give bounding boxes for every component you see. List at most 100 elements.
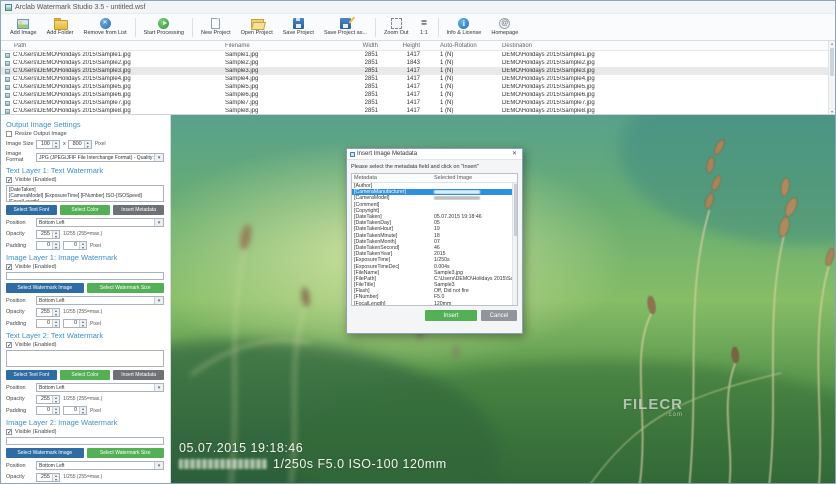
column-header-path[interactable]: Path bbox=[5, 43, 225, 49]
insert-button[interactable]: Insert bbox=[425, 310, 477, 321]
column-header-auto-rotation[interactable]: Auto-Rotation bbox=[430, 43, 502, 49]
toolbar-button-open-project[interactable]: Open Project bbox=[236, 15, 278, 40]
visible-checkbox[interactable] bbox=[6, 429, 12, 436]
watermark-image-input[interactable] bbox=[6, 437, 164, 445]
column-header-selected-image[interactable]: Selected Image bbox=[432, 175, 517, 181]
column-header-filename[interactable]: Filename bbox=[225, 43, 340, 49]
position-select[interactable]: Bottom Left bbox=[36, 383, 164, 392]
cancel-button[interactable]: Cancel bbox=[481, 310, 517, 321]
select-text-font-button[interactable]: Select Text Font bbox=[6, 370, 57, 380]
select-color-button[interactable]: Select Color bbox=[59, 370, 111, 380]
close-icon[interactable] bbox=[510, 150, 519, 159]
opacity-spinner[interactable]: 255 bbox=[36, 229, 60, 239]
toolbar-button-new-project[interactable]: New Project bbox=[196, 15, 236, 40]
metadata-row[interactable]: [DateTakenSecond] 46 bbox=[352, 245, 517, 251]
image-width-spinner[interactable]: 100 bbox=[36, 139, 60, 149]
metadata-row[interactable]: [DateTakenMinute] 18 bbox=[352, 233, 517, 239]
spinner-arrows[interactable] bbox=[52, 230, 59, 239]
metadata-value: Sample3.jpg bbox=[434, 269, 463, 276]
position-select[interactable]: Bottom Left bbox=[36, 296, 164, 305]
padding-y-spinner[interactable]: 0 bbox=[63, 241, 87, 250]
spinner-arrows[interactable] bbox=[52, 319, 59, 328]
toolbar-button-start-processing[interactable]: Start Processing bbox=[139, 15, 189, 40]
spinner-arrows[interactable] bbox=[52, 308, 59, 317]
padding-x-spinner[interactable]: 0 bbox=[36, 319, 60, 328]
select-watermark-size-button[interactable]: Select Watermark Size bbox=[86, 283, 164, 293]
file-row[interactable]: C:\Users\DEMO\Holidays 2015\Sample2.jpg S… bbox=[1, 59, 835, 67]
metadata-row[interactable]: [FNumber] F5.0 bbox=[352, 294, 517, 300]
toolbar-button-add-image[interactable]: Add Image bbox=[5, 15, 42, 40]
toolbar-button-info-license[interactable]: Info & License bbox=[442, 15, 487, 40]
spinner-arrows[interactable] bbox=[52, 241, 59, 250]
opacity-spinner[interactable]: 255 bbox=[36, 307, 60, 317]
padding-x-spinner[interactable]: 0 bbox=[36, 406, 60, 415]
metadata-row[interactable]: [ExposureTime] 1/250s bbox=[352, 257, 517, 263]
file-row[interactable]: C:\Users\DEMO\Holidays 2015\Sample5.jpg S… bbox=[1, 83, 835, 91]
resize-output-checkbox[interactable] bbox=[6, 131, 12, 137]
metadata-row[interactable]: [FilePath] C:\Users\DEMO\Holidays 2015\Sa… bbox=[352, 276, 517, 282]
select-watermark-image-button[interactable]: Select Watermark Image bbox=[6, 448, 84, 458]
spinner-arrows[interactable] bbox=[79, 319, 86, 328]
metadata-row[interactable]: [Flash] Off, Did not fire bbox=[352, 288, 517, 294]
opacity-spinner[interactable]: 255 bbox=[36, 394, 60, 404]
metadata-row[interactable]: [DateTakenMonth] 07 bbox=[352, 239, 517, 245]
metadata-row[interactable]: [DateTaken] 05.07.2015 19:18:46 bbox=[352, 214, 517, 220]
toolbar-button-add-folder[interactable]: Add Folder bbox=[42, 15, 79, 40]
spinner-arrows[interactable] bbox=[83, 140, 91, 149]
column-header-destination[interactable]: Destination bbox=[502, 43, 835, 49]
watermark-image-input[interactable] bbox=[6, 272, 164, 280]
column-header-metadata[interactable]: Metadata bbox=[352, 175, 432, 181]
watermark-text-input[interactable] bbox=[6, 350, 164, 367]
toolbar-button-save-project-as[interactable]: Save Project as... bbox=[319, 15, 372, 40]
toolbar-button-save-project[interactable]: Save Project bbox=[278, 15, 319, 40]
file-row[interactable]: C:\Users\DEMO\Holidays 2015\Sample1.jpg S… bbox=[1, 51, 835, 59]
visible-checkbox[interactable] bbox=[6, 264, 12, 271]
spinner-arrows[interactable] bbox=[52, 473, 59, 482]
spinner-arrows[interactable] bbox=[79, 406, 86, 415]
image-format-select[interactable]: JPG (JPEG/JFIF File Interchange Format) … bbox=[36, 152, 164, 162]
metadata-row[interactable]: [DateTakenHour] 19 bbox=[352, 226, 517, 232]
select-color-button[interactable]: Select Color bbox=[59, 205, 111, 215]
toolbar-button-one-to-one[interactable]: 1:1 bbox=[414, 15, 435, 40]
column-header-width[interactable]: Width bbox=[340, 43, 386, 49]
spinner-arrows[interactable] bbox=[52, 140, 59, 149]
column-header-height[interactable]: Height bbox=[386, 43, 430, 49]
file-row[interactable]: C:\Users\DEMO\Holidays 2015\Sample4.jpg S… bbox=[1, 75, 835, 83]
visible-checkbox[interactable] bbox=[6, 177, 12, 184]
file-row[interactable]: C:\Users\DEMO\Holidays 2015\Sample3.jpg S… bbox=[1, 67, 835, 75]
toolbar-button-remove-from-list[interactable]: Remove from List bbox=[79, 15, 132, 40]
dialog-scrollbar[interactable] bbox=[512, 183, 517, 305]
scrollbar-thumb[interactable] bbox=[513, 184, 517, 236]
insert-metadata-button[interactable]: Insert Metadata bbox=[113, 370, 165, 380]
image-size-row: Image Size 100 x 800 Pixel bbox=[6, 139, 164, 149]
metadata-row[interactable]: [DateTakenYear] 2015 bbox=[352, 251, 517, 257]
file-row[interactable]: C:\Users\DEMO\Holidays 2015\Sample6.jpg S… bbox=[1, 91, 835, 99]
insert-metadata-button[interactable]: Insert Metadata bbox=[113, 205, 165, 215]
select-watermark-size-button[interactable]: Select Watermark Size bbox=[86, 448, 164, 458]
visible-checkbox[interactable] bbox=[6, 342, 12, 349]
metadata-row[interactable]: [FocalLength] 120mm bbox=[352, 301, 517, 305]
position-select[interactable]: Bottom Left bbox=[36, 218, 164, 227]
file-row[interactable]: C:\Users\DEMO\Holidays 2015\Sample8.jpg S… bbox=[1, 107, 835, 114]
spinner-arrows[interactable] bbox=[52, 406, 59, 415]
toolbar-button-zoom-out[interactable]: Zoom Out bbox=[379, 15, 413, 40]
watermark-text-input[interactable]: [DateTaken] [CameraModel] [ExposureTime]… bbox=[6, 185, 164, 202]
select-watermark-image-button[interactable]: Select Watermark Image bbox=[6, 283, 84, 293]
scrollbar-thumb[interactable] bbox=[830, 48, 834, 76]
toolbar-button-homepage[interactable]: Homepage bbox=[486, 15, 523, 40]
spinner-arrows[interactable] bbox=[79, 241, 86, 250]
metadata-row[interactable]: [DateTakenDay] 05 bbox=[352, 220, 517, 226]
file-row[interactable]: C:\Users\DEMO\Holidays 2015\Sample7.jpg S… bbox=[1, 99, 835, 107]
metadata-row[interactable]: [FileName] Sample3.jpg bbox=[352, 270, 517, 276]
spinner-arrows[interactable] bbox=[52, 395, 59, 404]
image-height-spinner[interactable]: 800 bbox=[67, 139, 92, 149]
file-list-scrollbar[interactable] bbox=[828, 41, 835, 114]
metadata-row[interactable]: [FileTitle] Sample3 bbox=[352, 282, 517, 288]
metadata-row[interactable]: [ExposureTimeDec] 0.004s bbox=[352, 263, 517, 270]
padding-y-spinner[interactable]: 0 bbox=[63, 319, 87, 328]
position-select[interactable]: Bottom Left bbox=[36, 461, 164, 470]
opacity-spinner[interactable]: 255 bbox=[36, 472, 60, 482]
padding-y-spinner[interactable]: 0 bbox=[63, 406, 87, 415]
padding-x-spinner[interactable]: 0 bbox=[36, 241, 60, 250]
select-text-font-button[interactable]: Select Text Font bbox=[6, 205, 57, 215]
